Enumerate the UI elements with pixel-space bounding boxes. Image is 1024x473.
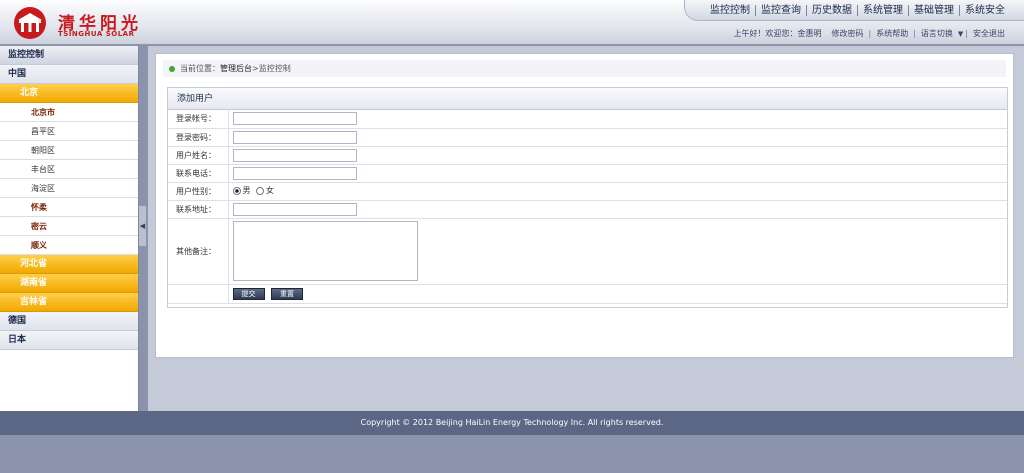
sidebar-item-jilin[interactable]: 吉林省 xyxy=(0,293,138,312)
breadcrumb-separator: > xyxy=(252,64,259,73)
phone-input[interactable] xyxy=(232,166,357,180)
female-label: 女 xyxy=(266,186,275,196)
breadcrumb-current: 监控控制 xyxy=(258,64,291,73)
male-label: 男 xyxy=(242,186,251,196)
form-table: 登录帐号： 登录密码： 用户姓名： 联系电话： 用户性别： 男 女 联系地址： … xyxy=(168,110,1007,304)
greeting: 上午好！欢迎您：金惠明 xyxy=(733,29,822,38)
nav-monitor-query[interactable]: 监控查询 xyxy=(755,4,806,16)
nav-system-management[interactable]: 系统管理 xyxy=(857,4,908,16)
phone-label: 联系电话： xyxy=(168,164,229,183)
add-user-form: 添加用户 登录帐号： 登录密码： 用户姓名： 联系电话： 用户性别： 男 女 联… xyxy=(167,87,1008,308)
sidebar-item-district[interactable]: 怀柔 xyxy=(0,198,138,217)
nav-basic-management[interactable]: 基础管理 xyxy=(908,4,959,16)
name-label: 用户姓名： xyxy=(168,146,229,165)
notes-label: 其他备注： xyxy=(168,218,229,285)
submit-button[interactable]: 提交 xyxy=(232,287,265,300)
sidebar-item-district[interactable]: 密云 xyxy=(0,217,138,236)
empty-cell xyxy=(168,284,229,304)
sidebar-item-district[interactable]: 顺义 xyxy=(0,236,138,255)
sidebar: 监控控制 中国 北京 北京市 昌平区 朝阳区 丰台区 海淀区 怀柔 密云 顺义 … xyxy=(0,46,139,411)
sidebar-item-district[interactable]: 朝阳区 xyxy=(0,141,138,160)
collapse-sidebar-icon[interactable]: ◀ xyxy=(139,205,147,247)
radio-unchecked-icon xyxy=(256,186,265,195)
nav-system-security[interactable]: 系统安全 xyxy=(959,4,1010,16)
password-label: 登录密码： xyxy=(168,128,229,147)
gender-male-radio[interactable]: 男 xyxy=(232,185,251,196)
logo-icon xyxy=(14,7,46,39)
account-input[interactable] xyxy=(232,112,357,126)
address-input[interactable] xyxy=(232,202,357,216)
top-nav: 监控控制 监控查询 历史数据 系统管理 基础管理 系统安全 xyxy=(684,0,1024,21)
nav-history-data[interactable]: 历史数据 xyxy=(806,4,857,16)
header: 清华阳光 TSINGHUA SOLAR 监控控制 监控查询 历史数据 系统管理 … xyxy=(0,0,1024,45)
sidebar-item-germany[interactable]: 德国 xyxy=(0,312,138,331)
breadcrumb-home[interactable]: 管理后台 xyxy=(220,63,252,74)
form-title: 添加用户 xyxy=(168,88,1007,110)
name-input[interactable] xyxy=(232,148,357,162)
help-link[interactable]: 系统帮助 xyxy=(871,28,913,39)
language-switch[interactable]: 语言切换 xyxy=(916,28,958,39)
breadcrumb-prefix: 当前位置： xyxy=(180,64,220,73)
breadcrumb: 当前位置： 管理后台 > 监控控制 xyxy=(163,60,1006,77)
reset-button[interactable]: 重置 xyxy=(271,287,304,300)
breadcrumb-dot-icon xyxy=(169,65,175,72)
sidebar-header: 监控控制 xyxy=(0,46,138,65)
content-panel: 当前位置： 管理后台 > 监控控制 添加用户 登录帐号： 登录密码： 用户姓名： xyxy=(155,53,1014,358)
caret-down-icon[interactable]: ▼ xyxy=(958,30,965,38)
sidebar-item-japan[interactable]: 日本 xyxy=(0,331,138,350)
sidebar-item-district[interactable]: 北京市 xyxy=(0,103,138,122)
sidebar-item-hunan[interactable]: 湖南省 xyxy=(0,274,138,293)
radio-checked-icon xyxy=(232,186,241,195)
main-area: 当前位置： 管理后台 > 监控控制 添加用户 登录帐号： 登录密码： 用户姓名： xyxy=(148,46,1024,411)
address-label: 联系地址： xyxy=(168,200,229,219)
gender-female-radio[interactable]: 女 xyxy=(256,185,274,196)
nav-monitor-control[interactable]: 监控控制 xyxy=(705,5,755,16)
user-bar: 上午好！欢迎您：金惠明 修改密码 | 系统帮助 | 语言切换 ▼ | 安全退出 xyxy=(729,28,1011,39)
change-password-link[interactable]: 修改密码 xyxy=(827,28,869,39)
sidebar-item-district[interactable]: 昌平区 xyxy=(0,122,138,141)
gender-label: 用户性别： xyxy=(168,182,229,201)
sidebar-item-district[interactable]: 海淀区 xyxy=(0,179,138,198)
notes-textarea[interactable] xyxy=(232,221,418,281)
sidebar-item-hebei[interactable]: 河北省 xyxy=(0,255,138,274)
sidebar-item-district[interactable]: 丰台区 xyxy=(0,160,138,179)
page-bottom xyxy=(0,435,1024,473)
brand-sub: TSINGHUA SOLAR xyxy=(58,30,135,38)
sidebar-item-beijing[interactable]: 北京 xyxy=(0,84,138,103)
footer: Copyright © 2012 Beijing HaiLin Energy T… xyxy=(0,411,1024,435)
account-label: 登录帐号： xyxy=(168,110,229,129)
logout-link[interactable]: 安全退出 xyxy=(968,28,1010,39)
password-input[interactable] xyxy=(232,130,357,144)
sidebar-item-china[interactable]: 中国 xyxy=(0,65,138,84)
